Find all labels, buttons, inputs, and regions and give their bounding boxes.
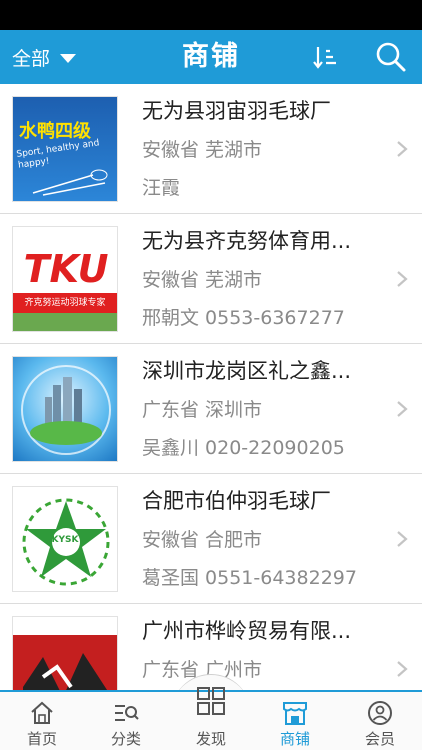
tab-category[interactable]: 分类 — [84, 692, 168, 750]
shop-contact: 汪霞 — [142, 177, 181, 199]
shop-region: 安徽省 芜湖市 — [142, 139, 263, 161]
page-title: 商铺 — [182, 41, 240, 72]
tab-discover[interactable]: 发现 — [169, 687, 253, 750]
shop-list[interactable]: 水鸭四级 Sport, healthy and happy! 无为县羽宙羽毛球厂… — [0, 84, 422, 690]
member-icon — [368, 701, 392, 725]
search-button[interactable] — [374, 40, 408, 74]
shop-name: 无为县羽宙羽毛球厂 — [142, 99, 331, 123]
chevron-right-icon — [397, 661, 408, 677]
search-icon — [376, 42, 406, 72]
logo-text: TKU — [23, 247, 109, 291]
shop-name: 合肥市伯仲羽毛球厂 — [142, 489, 331, 513]
shop-icon — [283, 702, 307, 725]
tab-shop[interactable]: 商铺 — [253, 692, 337, 750]
bottom-tab-bar: 首页 分类 发现 商铺 会员 — [0, 687, 422, 750]
shop-logo: 水鸭四级 Sport, healthy and happy! — [12, 96, 118, 202]
home-icon — [31, 701, 53, 724]
sort-icon — [313, 47, 336, 69]
shop-name: 广州市桦岭贸易有限... — [142, 619, 352, 643]
chevron-right-icon — [397, 141, 408, 157]
shop-contact: 邢朝文 0553-6367277 — [142, 307, 345, 329]
tab-home[interactable]: 首页 — [0, 692, 84, 750]
chevron-right-icon — [397, 271, 408, 287]
shop-logo — [12, 356, 118, 462]
tab-member[interactable]: 会员 — [338, 692, 422, 750]
shop-logo — [12, 616, 118, 690]
logo-band — [13, 313, 117, 331]
city-globe-icon — [21, 365, 111, 455]
brand-logo-icon — [13, 617, 117, 690]
top-app-bar: 全部 商铺 — [0, 30, 422, 84]
logo-subtext: 齐克努运动羽球专家 — [13, 293, 117, 313]
shop-list-item[interactable]: 深圳市龙岗区礼之鑫... 广东省 深圳市 吴鑫川 020-22090205 — [0, 344, 422, 474]
category-icon — [115, 705, 139, 721]
chevron-right-icon — [397, 531, 408, 547]
status-bar — [0, 0, 422, 30]
shop-name: 深圳市龙岗区礼之鑫... — [142, 359, 352, 383]
shop-list-item[interactable]: TKU 齐克努运动羽球专家 无为县齐克努体育用... 安徽省 芜湖市 邢朝文 0… — [0, 214, 422, 344]
chevron-right-icon — [397, 401, 408, 417]
shop-region: 广东省 深圳市 — [142, 399, 263, 421]
logo-text: KYSK — [51, 535, 79, 545]
shop-contact: 葛圣国 0551-64382297 — [142, 567, 357, 589]
sort-button[interactable] — [310, 42, 340, 72]
racket-icon — [32, 169, 108, 196]
tab-member-label: 会员 — [364, 730, 395, 748]
shop-region: 安徽省 合肥市 — [142, 529, 263, 551]
tab-discover-label: 发现 — [195, 730, 226, 748]
tab-shop-label: 商铺 — [279, 730, 310, 748]
tab-home-label: 首页 — [26, 730, 57, 748]
shop-name: 无为县齐克努体育用... — [142, 229, 352, 253]
shop-list-item[interactable]: KYSK 合肥市伯仲羽毛球厂 安徽省 合肥市 葛圣国 0551-64382297 — [0, 474, 422, 604]
shop-list-item[interactable]: 水鸭四级 Sport, healthy and happy! 无为县羽宙羽毛球厂… — [0, 84, 422, 214]
shop-logo: TKU 齐克努运动羽球专家 — [12, 226, 118, 332]
shop-region: 安徽省 芜湖市 — [142, 269, 263, 291]
shop-logo: KYSK — [12, 486, 118, 592]
discover-grid-icon — [197, 687, 225, 715]
shop-contact: 吴鑫川 020-22090205 — [142, 437, 345, 459]
logo-text: 水鸭四级 — [19, 121, 91, 142]
tab-category-label: 分类 — [110, 730, 141, 748]
